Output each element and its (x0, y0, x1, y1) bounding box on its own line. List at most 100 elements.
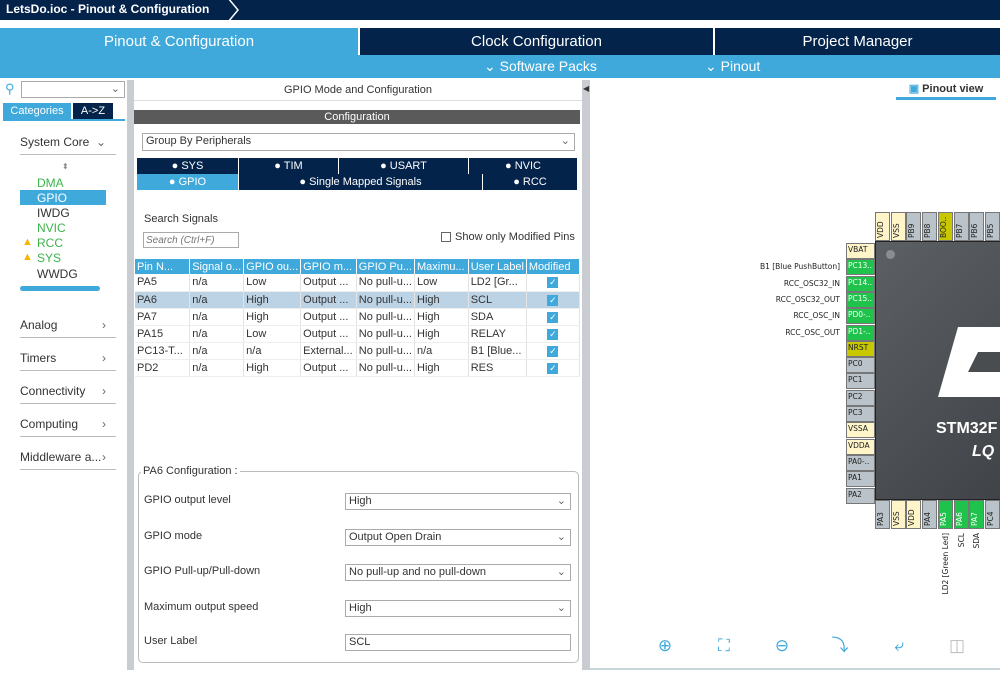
pin-vdd[interactable]: VDD (875, 212, 890, 241)
column-header[interactable]: User Label (468, 259, 527, 274)
fit-to-window-icon[interactable]: ⛶ (714, 636, 734, 656)
table-row[interactable]: PA6 n/a High Output ... No pull-u... High SCL ✓ (135, 291, 581, 309)
tab-clock-configuration[interactable]: Clock Configuration (360, 28, 713, 55)
group-by-select[interactable]: Group By Peripherals ⌄ (142, 133, 575, 151)
table-cell: Output ... (300, 359, 357, 377)
category-search-input[interactable]: ⌄ (21, 81, 125, 98)
pin-pc0[interactable]: PC0 (846, 357, 875, 374)
column-header[interactable]: Maximu... (414, 259, 469, 274)
pin-pb8[interactable]: PB8 (922, 212, 938, 241)
search-signals-input[interactable] (143, 232, 239, 248)
table-row[interactable]: PA7 n/a High Output ... No pull-u... High SDA ✓ (135, 308, 581, 326)
window-title: LetsDo.ioc - Pinout & Configuration (6, 2, 210, 16)
pin-pa0[interactable]: PA0-.. (846, 454, 875, 471)
user-label-input[interactable]: SCL (345, 634, 571, 651)
pin-pd1[interactable]: PD1-.. (846, 324, 875, 341)
show-modified-checkbox[interactable] (441, 232, 451, 242)
list-item-gpio[interactable]: GPIO (37, 191, 67, 205)
field-select[interactable]: High ⌄ (345, 600, 571, 617)
tab-pinout-configuration[interactable]: Pinout & Configuration (0, 28, 358, 55)
pinout-menu[interactable]: ⌄ Pinout (705, 58, 760, 75)
list-item-nvic[interactable]: NVIC (37, 221, 66, 235)
pin-pb6[interactable]: PB6 (969, 212, 985, 241)
pinout-label: Pinout (720, 58, 761, 74)
pin-pc1[interactable]: PC1 (846, 373, 875, 390)
splitter[interactable]: ◀ (582, 80, 590, 670)
rotate-right-icon[interactable]: ⤵ (830, 636, 850, 656)
pin-pc3[interactable]: PC3 (846, 406, 875, 422)
pin-pc15[interactable]: PC15.. (846, 291, 875, 308)
pin-pb7[interactable]: PB7 (953, 212, 969, 241)
table-cell: n/a (243, 342, 302, 360)
rotate-left-icon[interactable]: ⤶ (889, 636, 909, 656)
pin-vbat[interactable]: VBAT (846, 243, 875, 259)
pin-pa4[interactable]: PA4 (922, 500, 938, 529)
tab-single-mapped-signals[interactable]: ● Single Mapped Signals (239, 174, 483, 190)
splitter[interactable] (128, 80, 134, 670)
column-header[interactable]: GPIO Pu... (356, 259, 416, 274)
category-analog[interactable]: Analog › (20, 318, 116, 338)
field-value: SCL (349, 636, 371, 648)
zoom-in-icon[interactable]: ⊕ (655, 636, 675, 656)
software-packs-menu[interactable]: ⌄ Software Packs (484, 58, 597, 75)
tab-nvic[interactable]: ● NVIC (469, 158, 578, 174)
pin-vssa[interactable]: VSSA (846, 422, 875, 439)
horizontal-scrollbar[interactable] (20, 286, 100, 291)
field-select[interactable]: High ⌄ (345, 493, 571, 510)
category-timers[interactable]: Timers › (20, 351, 116, 371)
tab-usart[interactable]: ● USART (339, 158, 469, 174)
table-row[interactable]: PD2 n/a High Output ... No pull-u... High RES ✓ (135, 359, 581, 377)
pinout-view-tab[interactable]: ▣ Pinout view (896, 82, 996, 100)
pin-pa5[interactable]: PA5 (937, 500, 953, 529)
category-system-core[interactable]: System Core ⌄ (20, 135, 116, 155)
warning-icon: ▲ (22, 251, 33, 263)
modified-checkbox-cell: ✓ (526, 291, 581, 309)
pin-pa6[interactable]: PA6 (953, 500, 969, 529)
pin-vss[interactable]: VSS (890, 500, 906, 529)
field-select[interactable]: Output Open Drain ⌄ (345, 529, 571, 546)
pin-pc13[interactable]: PC13.. (846, 259, 875, 276)
column-header[interactable]: Signal o... (189, 259, 245, 274)
pin-boo[interactable]: BOO.. (937, 212, 953, 241)
pin-vdda[interactable]: VDDA (846, 438, 875, 455)
tab-gpio[interactable]: ● GPIO (137, 174, 239, 190)
pin-pa1[interactable]: PA1 (846, 471, 875, 488)
pin-vdd[interactable]: VDD (906, 500, 922, 529)
pin-pa7[interactable]: PA7 (969, 500, 985, 529)
tab-sys[interactable]: ● SYS (137, 158, 239, 174)
table-row[interactable]: PA5 n/a Low Output ... No pull-u... Low LD2 [G… (135, 274, 581, 292)
column-header[interactable]: GPIO m... (300, 259, 357, 274)
pin-pa2[interactable]: PA2 (846, 487, 875, 504)
table-row[interactable]: PC13-T... n/a n/a External... No pull-u... n/… (135, 342, 581, 360)
column-header[interactable]: Modified (526, 259, 581, 274)
list-item-iwdg[interactable]: IWDG (37, 206, 70, 220)
split-view-icon[interactable]: ◫ (947, 636, 967, 656)
pin-pb5[interactable]: PB5 (984, 212, 1000, 241)
pin-pc2[interactable]: PC2 (846, 389, 875, 406)
column-header[interactable]: Pin N... (135, 259, 191, 274)
pin-pb9[interactable]: PB9 (906, 212, 922, 241)
table-row[interactable]: PA15 n/a Low Output ... No pull-u... High RELA… (135, 325, 581, 343)
pin-pa3[interactable]: PA3 (875, 500, 890, 529)
pin-pd0[interactable]: PD0-.. (846, 308, 875, 325)
category-computing[interactable]: Computing › (20, 417, 116, 437)
tab-a-z[interactable]: A->Z (73, 103, 113, 119)
list-item-sys[interactable]: SYS (37, 251, 61, 265)
category-connectivity[interactable]: Connectivity › (20, 384, 116, 404)
tab-tim[interactable]: ● TIM (239, 158, 339, 174)
pin-vss[interactable]: VSS (890, 212, 906, 241)
column-header[interactable]: GPIO ou... (243, 259, 302, 274)
tab-categories[interactable]: Categories (3, 103, 71, 119)
pin-pc14[interactable]: PC14.. (846, 275, 875, 292)
zoom-out-icon[interactable]: ⊖ (772, 636, 792, 656)
field-select[interactable]: No pull-up and no pull-down ⌄ (345, 564, 571, 581)
tab-project-manager[interactable]: Project Manager (715, 28, 1000, 55)
list-item-rcc[interactable]: RCC (37, 236, 63, 250)
list-item-dma[interactable]: DMA (37, 176, 64, 190)
category-middleware[interactable]: Middleware a... › (20, 450, 116, 470)
list-item-wwdg[interactable]: WWDG (37, 267, 78, 281)
table-cell: High (243, 359, 302, 377)
pin-pc4[interactable]: PC4 (984, 500, 1000, 529)
tab-rcc[interactable]: ● RCC (483, 174, 578, 190)
pin-nrst[interactable]: NRST (846, 340, 875, 357)
